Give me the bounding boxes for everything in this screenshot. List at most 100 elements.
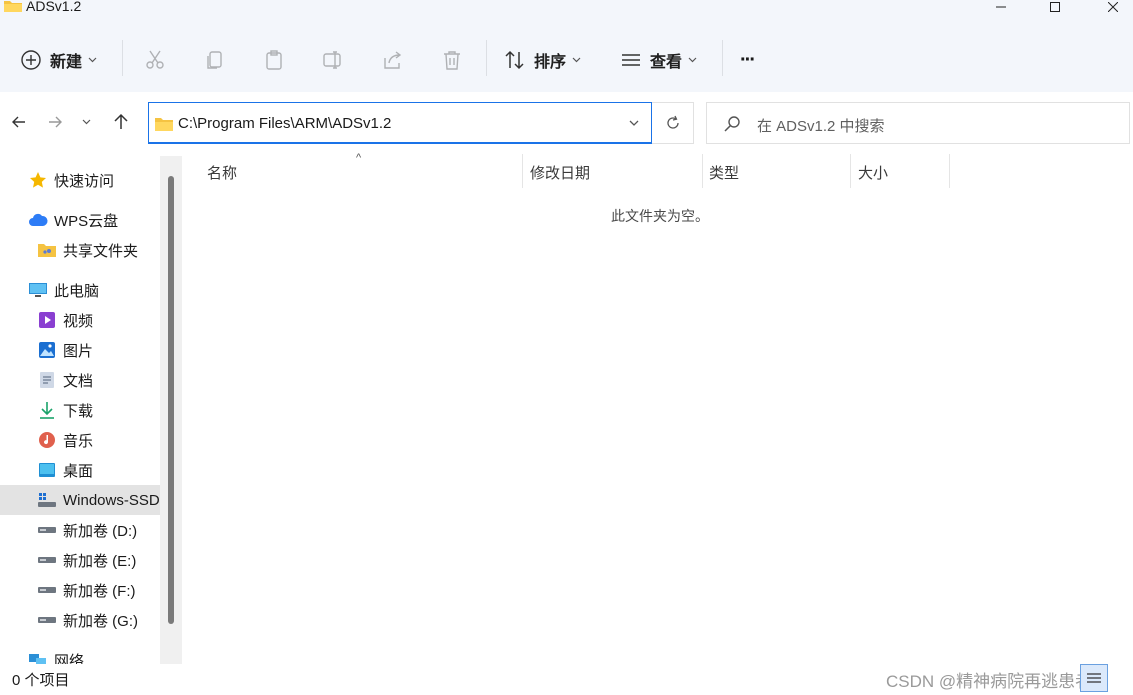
column-header-date[interactable]: 修改日期: [530, 156, 700, 188]
sidebar-item-videos[interactable]: 视频: [0, 305, 160, 335]
scissors-icon: [146, 50, 164, 69]
sidebar-item-this-pc[interactable]: 此电脑: [0, 275, 160, 305]
command-bar: 新建 排序 查看 ···: [0, 16, 1133, 92]
item-count: 0 个项目: [12, 672, 70, 689]
sidebar-item-drive-f[interactable]: 新加卷 (F:): [0, 575, 160, 605]
details-view-button[interactable]: [1080, 664, 1108, 692]
more-options-button[interactable]: ···: [740, 42, 756, 78]
share-button[interactable]: [382, 42, 404, 78]
sidebar-item-drive-g[interactable]: 新加卷 (G:): [0, 605, 160, 635]
sidebar-item-music[interactable]: 音乐: [0, 425, 160, 455]
download-icon: [37, 400, 57, 420]
toolbar-separator: [122, 40, 123, 76]
address-path: C:\Program Files\ARM\ADSv1.2: [178, 115, 392, 132]
sidebar-item-windows-ssd[interactable]: Windows-SSD: [0, 485, 160, 515]
delete-button[interactable]: [441, 42, 463, 78]
sidebar-item-label: WPS云盘: [54, 212, 119, 230]
column-header-name[interactable]: 名称: [207, 156, 521, 188]
search-icon: [723, 115, 741, 136]
arrow-left-icon: [12, 116, 25, 128]
copy-icon: [207, 51, 222, 69]
sidebar-item-documents[interactable]: 文档: [0, 365, 160, 395]
file-list: ^ 名称 修改日期 类型 大小 此文件夹为空。: [182, 152, 1133, 664]
star-icon: [28, 170, 48, 190]
sidebar-item-pictures[interactable]: 图片: [0, 335, 160, 365]
sidebar-item-shared-folder[interactable]: 共享文件夹: [0, 235, 160, 265]
cloud-icon: [28, 210, 48, 230]
column-header-label: 类型: [709, 164, 740, 182]
sidebar-item-wps-cloud[interactable]: WPS云盘: [0, 205, 160, 235]
cut-button[interactable]: [144, 42, 166, 78]
view-button[interactable]: 查看: [620, 42, 697, 78]
copy-button[interactable]: [204, 42, 226, 78]
sort-button[interactable]: 排序: [504, 42, 581, 78]
plus-circle-icon: [21, 50, 41, 70]
drive-icon: [37, 580, 57, 600]
drive-icon: [37, 550, 57, 570]
column-divider[interactable]: [949, 154, 950, 188]
trash-icon: [444, 51, 460, 70]
picture-icon: [37, 340, 57, 360]
sidebar-scrollbar-thumb[interactable]: [168, 176, 174, 624]
close-button[interactable]: [1090, 0, 1133, 14]
chevron-down-icon: [572, 57, 581, 63]
column-header-label: 大小: [858, 164, 889, 182]
window-title: ADSv1.2: [26, 0, 82, 14]
sidebar-item-label: Windows-SSD: [63, 491, 160, 509]
close-icon: [1108, 2, 1118, 12]
drive-icon: [37, 610, 57, 630]
network-icon: [28, 650, 48, 664]
column-divider[interactable]: [702, 154, 703, 188]
minimize-button[interactable]: [978, 0, 1024, 14]
refresh-icon: [666, 115, 679, 129]
search-box[interactable]: 在 ADSv1.2 中搜索: [706, 102, 1130, 144]
sidebar-item-label: 新加卷 (F:): [63, 582, 136, 600]
music-icon: [37, 430, 57, 450]
arrow-up-icon: [114, 113, 128, 129]
column-header-size[interactable]: 大小: [858, 156, 948, 188]
column-header-label: 名称: [207, 164, 238, 182]
column-header-type[interactable]: 类型: [709, 156, 849, 188]
sidebar-item-label: 快速访问: [54, 172, 115, 190]
sidebar-item-label: 文档: [63, 372, 94, 390]
chevron-down-icon: [688, 57, 697, 63]
title-bar: ADSv1.2: [0, 0, 1133, 16]
chevron-down-icon[interactable]: [629, 120, 639, 127]
sidebar-item-downloads[interactable]: 下载: [0, 395, 160, 425]
refresh-button[interactable]: [652, 102, 694, 144]
maximize-button[interactable]: [1032, 0, 1078, 14]
drive-icon: [37, 520, 57, 540]
share-icon: [384, 51, 402, 69]
sidebar-item-label: 共享文件夹: [63, 242, 139, 260]
back-button[interactable]: [8, 106, 30, 138]
watermark: CSDN @精神病院再逃患者: [886, 672, 1093, 691]
desktop-icon: [37, 460, 57, 480]
view-lines-icon: [622, 54, 640, 66]
chevron-down-icon: [88, 57, 97, 63]
sort-label: 排序: [534, 54, 567, 71]
up-button[interactable]: [110, 106, 132, 138]
details-view-icon: [1087, 673, 1101, 683]
new-button[interactable]: 新建: [20, 42, 97, 78]
sidebar-item-label: 图片: [63, 342, 94, 360]
sidebar-item-drive-d[interactable]: 新加卷 (D:): [0, 515, 160, 545]
rename-button[interactable]: [322, 42, 344, 78]
sidebar-item-label: 网络: [54, 652, 85, 665]
sidebar-item-quick-access[interactable]: 快速访问: [0, 165, 160, 195]
sidebar-item-desktop[interactable]: 桌面: [0, 455, 160, 485]
address-bar[interactable]: C:\Program Files\ARM\ADSv1.2: [148, 102, 652, 144]
column-divider[interactable]: [850, 154, 851, 188]
sidebar-item-label: 下载: [63, 402, 94, 420]
paste-button[interactable]: [263, 42, 285, 78]
sort-arrows-icon: [505, 50, 524, 70]
maximize-icon: [1050, 2, 1060, 12]
sidebar-item-drive-e[interactable]: 新加卷 (E:): [0, 545, 160, 575]
arrow-right-icon: [49, 116, 62, 128]
sidebar-item-network[interactable]: 网络: [0, 645, 160, 664]
video-icon: [37, 310, 57, 330]
view-label: 查看: [650, 54, 683, 71]
forward-button[interactable]: [44, 106, 66, 138]
sidebar-item-label: 新加卷 (D:): [63, 522, 138, 540]
column-divider[interactable]: [522, 154, 523, 188]
recent-locations-button[interactable]: [78, 106, 94, 138]
